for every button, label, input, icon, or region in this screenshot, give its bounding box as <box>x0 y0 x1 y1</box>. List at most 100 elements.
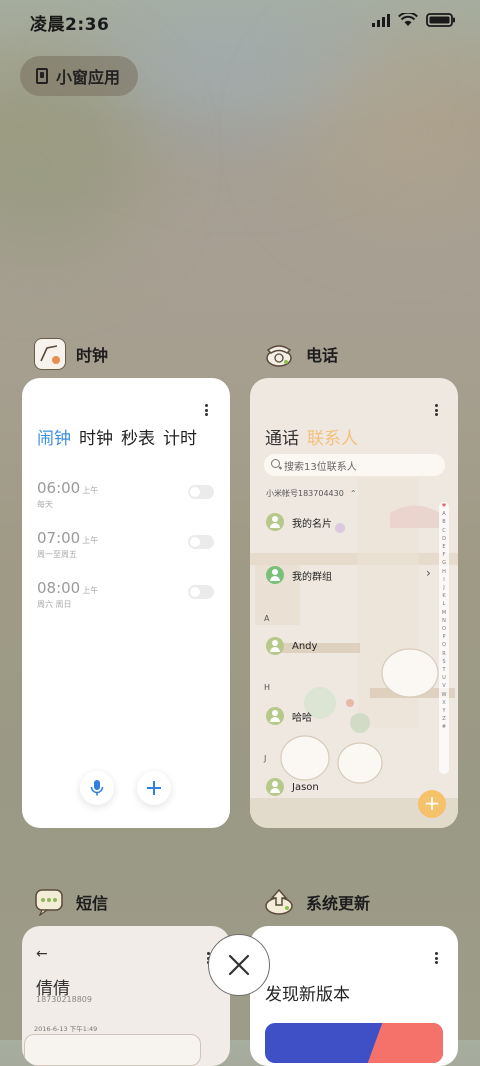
contacts-search-input[interactable]: 搜索13位联系人 <box>264 454 445 476</box>
alphabet-index-letter[interactable]: M <box>442 609 446 617</box>
alphabet-index-letter[interactable]: F <box>443 551 446 559</box>
alphabet-index-letter[interactable]: H <box>442 568 446 576</box>
sms-message-bubble <box>24 1034 201 1066</box>
status-bar: 凌晨2:36 <box>0 0 480 42</box>
alphabet-index-letter[interactable]: X <box>442 699 445 707</box>
alarm-toggle[interactable] <box>188 535 214 549</box>
voice-alarm-button[interactable] <box>80 771 114 805</box>
tab-contacts[interactable]: 联系人 <box>307 424 358 449</box>
alarm-toggle[interactable] <box>188 485 214 499</box>
clock-more-icon[interactable] <box>205 404 208 418</box>
back-arrow-icon[interactable]: ← <box>36 946 48 962</box>
sms-card[interactable]: ← 倩倩 18730218809 2016-6-13 下午1:49 <box>22 926 230 1066</box>
alphabet-index-letter[interactable]: D <box>442 535 446 543</box>
alarm-ampm: 上午 <box>82 536 99 545</box>
contact-name: Andy <box>292 640 318 652</box>
close-all-button[interactable] <box>208 934 270 996</box>
alarm-time: 07:00 <box>37 529 81 547</box>
avatar <box>266 778 284 796</box>
contact-name: 我的群组 <box>292 571 332 583</box>
alphabet-index-letter[interactable]: A <box>442 510 445 518</box>
alarm-ampm: 上午 <box>82 486 99 495</box>
mini-window-label: 小窗应用 <box>56 68 121 87</box>
update-banner <box>265 1023 443 1063</box>
clock-app-icon <box>34 338 66 370</box>
alarm-time: 06:00 <box>37 479 81 497</box>
index-letter: A <box>264 614 270 623</box>
alphabet-index-letter[interactable]: Q <box>442 641 446 649</box>
alphabet-index-letter[interactable]: I <box>443 576 444 584</box>
contact-item[interactable]: 我的群组 <box>266 566 332 584</box>
battery-icon <box>426 13 455 27</box>
contact-name: Jason <box>292 781 319 793</box>
update-title: 发现新版本 <box>265 985 350 1005</box>
phone-card[interactable]: 通话 联系人 搜索13位联系人 小米帐号183704430 ⌃ 我的名片 我的群组… <box>250 378 458 828</box>
alarm-toggle[interactable] <box>188 585 214 599</box>
alphabet-index-letter[interactable]: Y <box>442 707 445 715</box>
contact-name: 我的名片 <box>292 518 332 530</box>
add-contact-button[interactable]: + <box>418 790 446 818</box>
contact-item[interactable]: Andy <box>266 637 317 655</box>
alphabet-index-letter[interactable]: O <box>442 625 446 633</box>
alphabet-index-bar[interactable]: ♥ A B C D E F G H I J K L M N O P Q R S T U V W X Y Z # <box>439 502 449 774</box>
alphabet-index-letter[interactable]: G <box>442 559 446 567</box>
tab-timer[interactable]: 计时 <box>163 424 197 449</box>
clock-app-header[interactable]: 时钟 <box>34 338 108 370</box>
contact-item[interactable]: 我的名片 <box>266 513 332 531</box>
alphabet-index-letter[interactable]: T <box>442 666 445 674</box>
update-more-icon[interactable] <box>435 952 438 966</box>
contacts-search-placeholder: 搜索13位联系人 <box>284 461 357 473</box>
chevron-right-icon[interactable]: › <box>426 566 431 580</box>
alphabet-index-letter[interactable]: P <box>442 633 445 641</box>
alphabet-index-letter[interactable]: R <box>442 650 445 658</box>
phone-more-icon[interactable] <box>435 404 438 418</box>
avatar <box>266 513 284 531</box>
sms-app-icon <box>34 886 66 918</box>
add-alarm-button[interactable] <box>137 771 171 805</box>
alphabet-index-letter[interactable]: U <box>442 674 446 682</box>
alphabet-index-letter[interactable]: ♥ <box>442 502 446 510</box>
signal-icon <box>372 13 390 27</box>
mini-window-icon <box>36 68 48 84</box>
tab-clock[interactable]: 时钟 <box>79 424 113 449</box>
alphabet-index-letter[interactable]: W <box>442 691 447 699</box>
alphabet-index-letter[interactable]: S <box>442 658 445 666</box>
mini-window-apps-button[interactable]: 小窗应用 <box>20 56 138 96</box>
alphabet-index-letter[interactable]: C <box>442 527 446 535</box>
sms-app-header[interactable]: 短信 <box>34 886 108 918</box>
plus-icon <box>147 781 161 795</box>
contact-item[interactable]: Jason <box>266 778 319 796</box>
group-icon <box>266 566 284 584</box>
alphabet-index-letter[interactable]: N <box>442 617 446 625</box>
status-icons <box>372 13 456 27</box>
clock-card[interactable]: 闹钟 时钟 秒表 计时 06:00 上午 每天 07:00 上午 周一至周五 08:… <box>22 378 230 828</box>
tab-stopwatch[interactable]: 秒表 <box>121 424 155 449</box>
sms-timestamp: 2016-6-13 下午1:49 <box>34 1025 98 1033</box>
tab-alarm[interactable]: 闹钟 <box>37 424 71 449</box>
alarm-item[interactable]: 08:00 上午 周六 周日 <box>37 578 98 610</box>
update-app-header[interactable]: 系统更新 <box>264 886 370 918</box>
status-time: 凌晨2:36 <box>30 15 110 35</box>
alphabet-index-letter[interactable]: V <box>442 682 445 690</box>
contact-item[interactable]: 哈哈 <box>266 707 312 725</box>
microphone-icon <box>90 780 104 796</box>
close-icon <box>228 954 250 976</box>
alarm-item[interactable]: 06:00 上午 每天 <box>37 478 98 510</box>
phone-app-icon <box>264 338 296 370</box>
alarm-repeat: 周六 周日 <box>37 600 72 609</box>
alphabet-index-letter[interactable]: L <box>443 600 446 608</box>
alphabet-index-letter[interactable]: Z <box>442 715 445 723</box>
sms-app-name: 短信 <box>76 894 109 913</box>
update-card[interactable]: 发现新版本 <box>250 926 458 1066</box>
tab-calls[interactable]: 通话 <box>265 424 299 449</box>
phone-app-header[interactable]: 电话 <box>264 338 338 370</box>
avatar <box>266 707 284 725</box>
alphabet-index-letter[interactable]: B <box>442 518 445 526</box>
alphabet-index-letter[interactable]: K <box>442 592 445 600</box>
alphabet-index-letter[interactable]: J <box>443 584 444 592</box>
account-label[interactable]: 小米帐号183704430 ⌃ <box>266 488 357 499</box>
alarm-item[interactable]: 07:00 上午 周一至周五 <box>37 528 98 560</box>
alphabet-index-letter[interactable]: E <box>442 543 445 551</box>
alarm-repeat: 周一至周五 <box>37 550 77 559</box>
alphabet-index-letter[interactable]: # <box>442 723 446 731</box>
